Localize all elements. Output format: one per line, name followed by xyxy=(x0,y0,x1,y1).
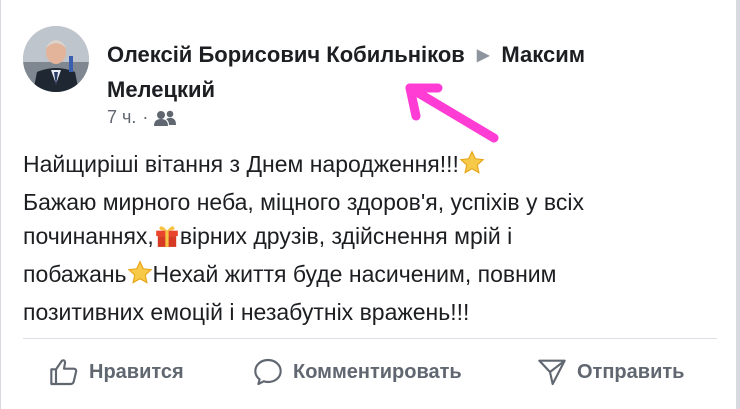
meta-dot: · xyxy=(142,107,149,127)
post-line-2: Бажаю мирного неба, міцного здоров'я, ус… xyxy=(23,185,723,219)
post-line-5: позитивних емоцій і незабутніх вражень!!… xyxy=(23,295,723,329)
post-text-line: Нехай життя буде насиченим, повним xyxy=(152,261,557,287)
post-text-line: вірних друзів, здійснення мрій і xyxy=(179,223,513,249)
like-button[interactable]: Нравится xyxy=(47,354,184,390)
post-line-4: побажань Нехай життя буде насиченим, повн… xyxy=(23,257,723,295)
avatar-photo xyxy=(23,26,89,92)
author-name[interactable]: Олексій Борисович Кобильніков xyxy=(107,42,465,67)
post-body: Найщиріші вітання з Днем народження!!! Б… xyxy=(23,147,723,329)
post-text-line: позитивних емоцій і незабутніх вражень!!… xyxy=(23,299,470,325)
post-text-line: Найщиріші вітання з Днем народження!!! xyxy=(23,151,459,177)
recipient-name-first[interactable]: Максим xyxy=(501,42,585,67)
triangle-right-icon: ▶ xyxy=(476,47,490,64)
friends-icon xyxy=(154,110,177,126)
share-button[interactable]: Отправить xyxy=(535,354,684,390)
post-text-line: починаннях, xyxy=(23,223,154,249)
right-edge-shadow xyxy=(736,0,740,409)
post-line-3: починаннях, вірних друзів, здійснення мрі… xyxy=(23,219,723,257)
thumbs-up-icon xyxy=(50,359,78,386)
comment-bubble-icon xyxy=(254,358,282,386)
send-arrow-icon xyxy=(538,359,566,386)
share-label: Отправить xyxy=(577,360,685,383)
post-meta: 7 ч. · xyxy=(107,107,177,128)
annotation-arrow xyxy=(405,83,499,143)
like-label: Нравится xyxy=(89,360,184,383)
post-text-line: Бажаю мирного неба, міцного здоров'я, ус… xyxy=(23,189,584,215)
post-card: Олексій Борисович Кобильніков ▶ Максим М… xyxy=(0,0,737,409)
comment-button[interactable]: Комментировать xyxy=(251,354,462,390)
post-time[interactable]: 7 ч. xyxy=(107,107,136,128)
comment-label: Комментировать xyxy=(293,360,462,383)
recipient-name-last[interactable]: Мелецкий xyxy=(107,77,215,102)
gift-icon xyxy=(154,222,180,257)
post-actions-bar: Нравится Комментировать Отправить xyxy=(1,340,737,406)
star-icon xyxy=(459,150,485,185)
post-text-line: побажань xyxy=(23,261,127,287)
actions-divider xyxy=(23,338,717,339)
post-line-1: Найщиріші вітання з Днем народження!!! xyxy=(23,147,723,185)
author-avatar[interactable] xyxy=(23,26,89,92)
star-icon xyxy=(127,260,153,295)
